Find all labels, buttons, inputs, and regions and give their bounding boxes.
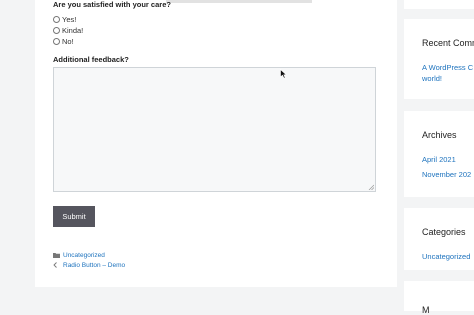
widget-title: M: [422, 305, 430, 315]
previous-post-link[interactable]: Radio Button – Demo: [63, 262, 125, 269]
resize-grip-icon[interactable]: [368, 184, 374, 190]
widget-title: Categories: [422, 227, 466, 237]
widget-title: Recent Comm: [422, 38, 474, 48]
radio-option-yes[interactable]: Yes!: [53, 15, 76, 24]
widget-archives: Archives April 2021 November 202: [404, 111, 474, 197]
radio-label: No!: [62, 37, 74, 46]
comment-link-continued[interactable]: world!: [422, 74, 442, 83]
category-link-uncategorized[interactable]: Uncategorized: [422, 252, 470, 261]
submit-button[interactable]: Submit: [53, 206, 95, 227]
question-label: Are you satisfied with your care?: [53, 0, 171, 9]
radio-button[interactable]: [53, 38, 60, 45]
radio-button[interactable]: [53, 27, 60, 34]
radio-label: Yes!: [62, 15, 77, 24]
radio-option-kinda[interactable]: Kinda!: [53, 26, 83, 35]
chevron-left-icon: [53, 261, 61, 269]
widget-title: Archives: [422, 130, 457, 140]
archive-link-november[interactable]: November 202: [422, 170, 471, 179]
radio-option-no[interactable]: No!: [53, 37, 74, 46]
widget-recent-comments: Recent Comm A WordPress C world!: [404, 19, 474, 99]
folder-icon: [53, 251, 61, 259]
sidebar-widget-top: [404, 0, 474, 9]
radio-button[interactable]: [53, 16, 60, 23]
widget-categories: Categories Uncategorized: [404, 208, 474, 270]
post-category: Uncategorized: [53, 251, 105, 259]
mouse-cursor-icon: [280, 69, 288, 79]
archive-link-april-2021[interactable]: April 2021: [422, 155, 456, 164]
radio-label: Kinda!: [62, 26, 84, 35]
feedback-label: Additional feedback?: [53, 55, 129, 64]
widget-meta: M: [404, 281, 474, 315]
dropdown-shadow: [166, 0, 312, 3]
feedback-textarea[interactable]: [53, 67, 376, 192]
previous-post-nav: Radio Button – Demo: [53, 261, 125, 269]
comment-link[interactable]: A WordPress C: [422, 63, 473, 72]
category-link[interactable]: Uncategorized: [63, 252, 105, 259]
